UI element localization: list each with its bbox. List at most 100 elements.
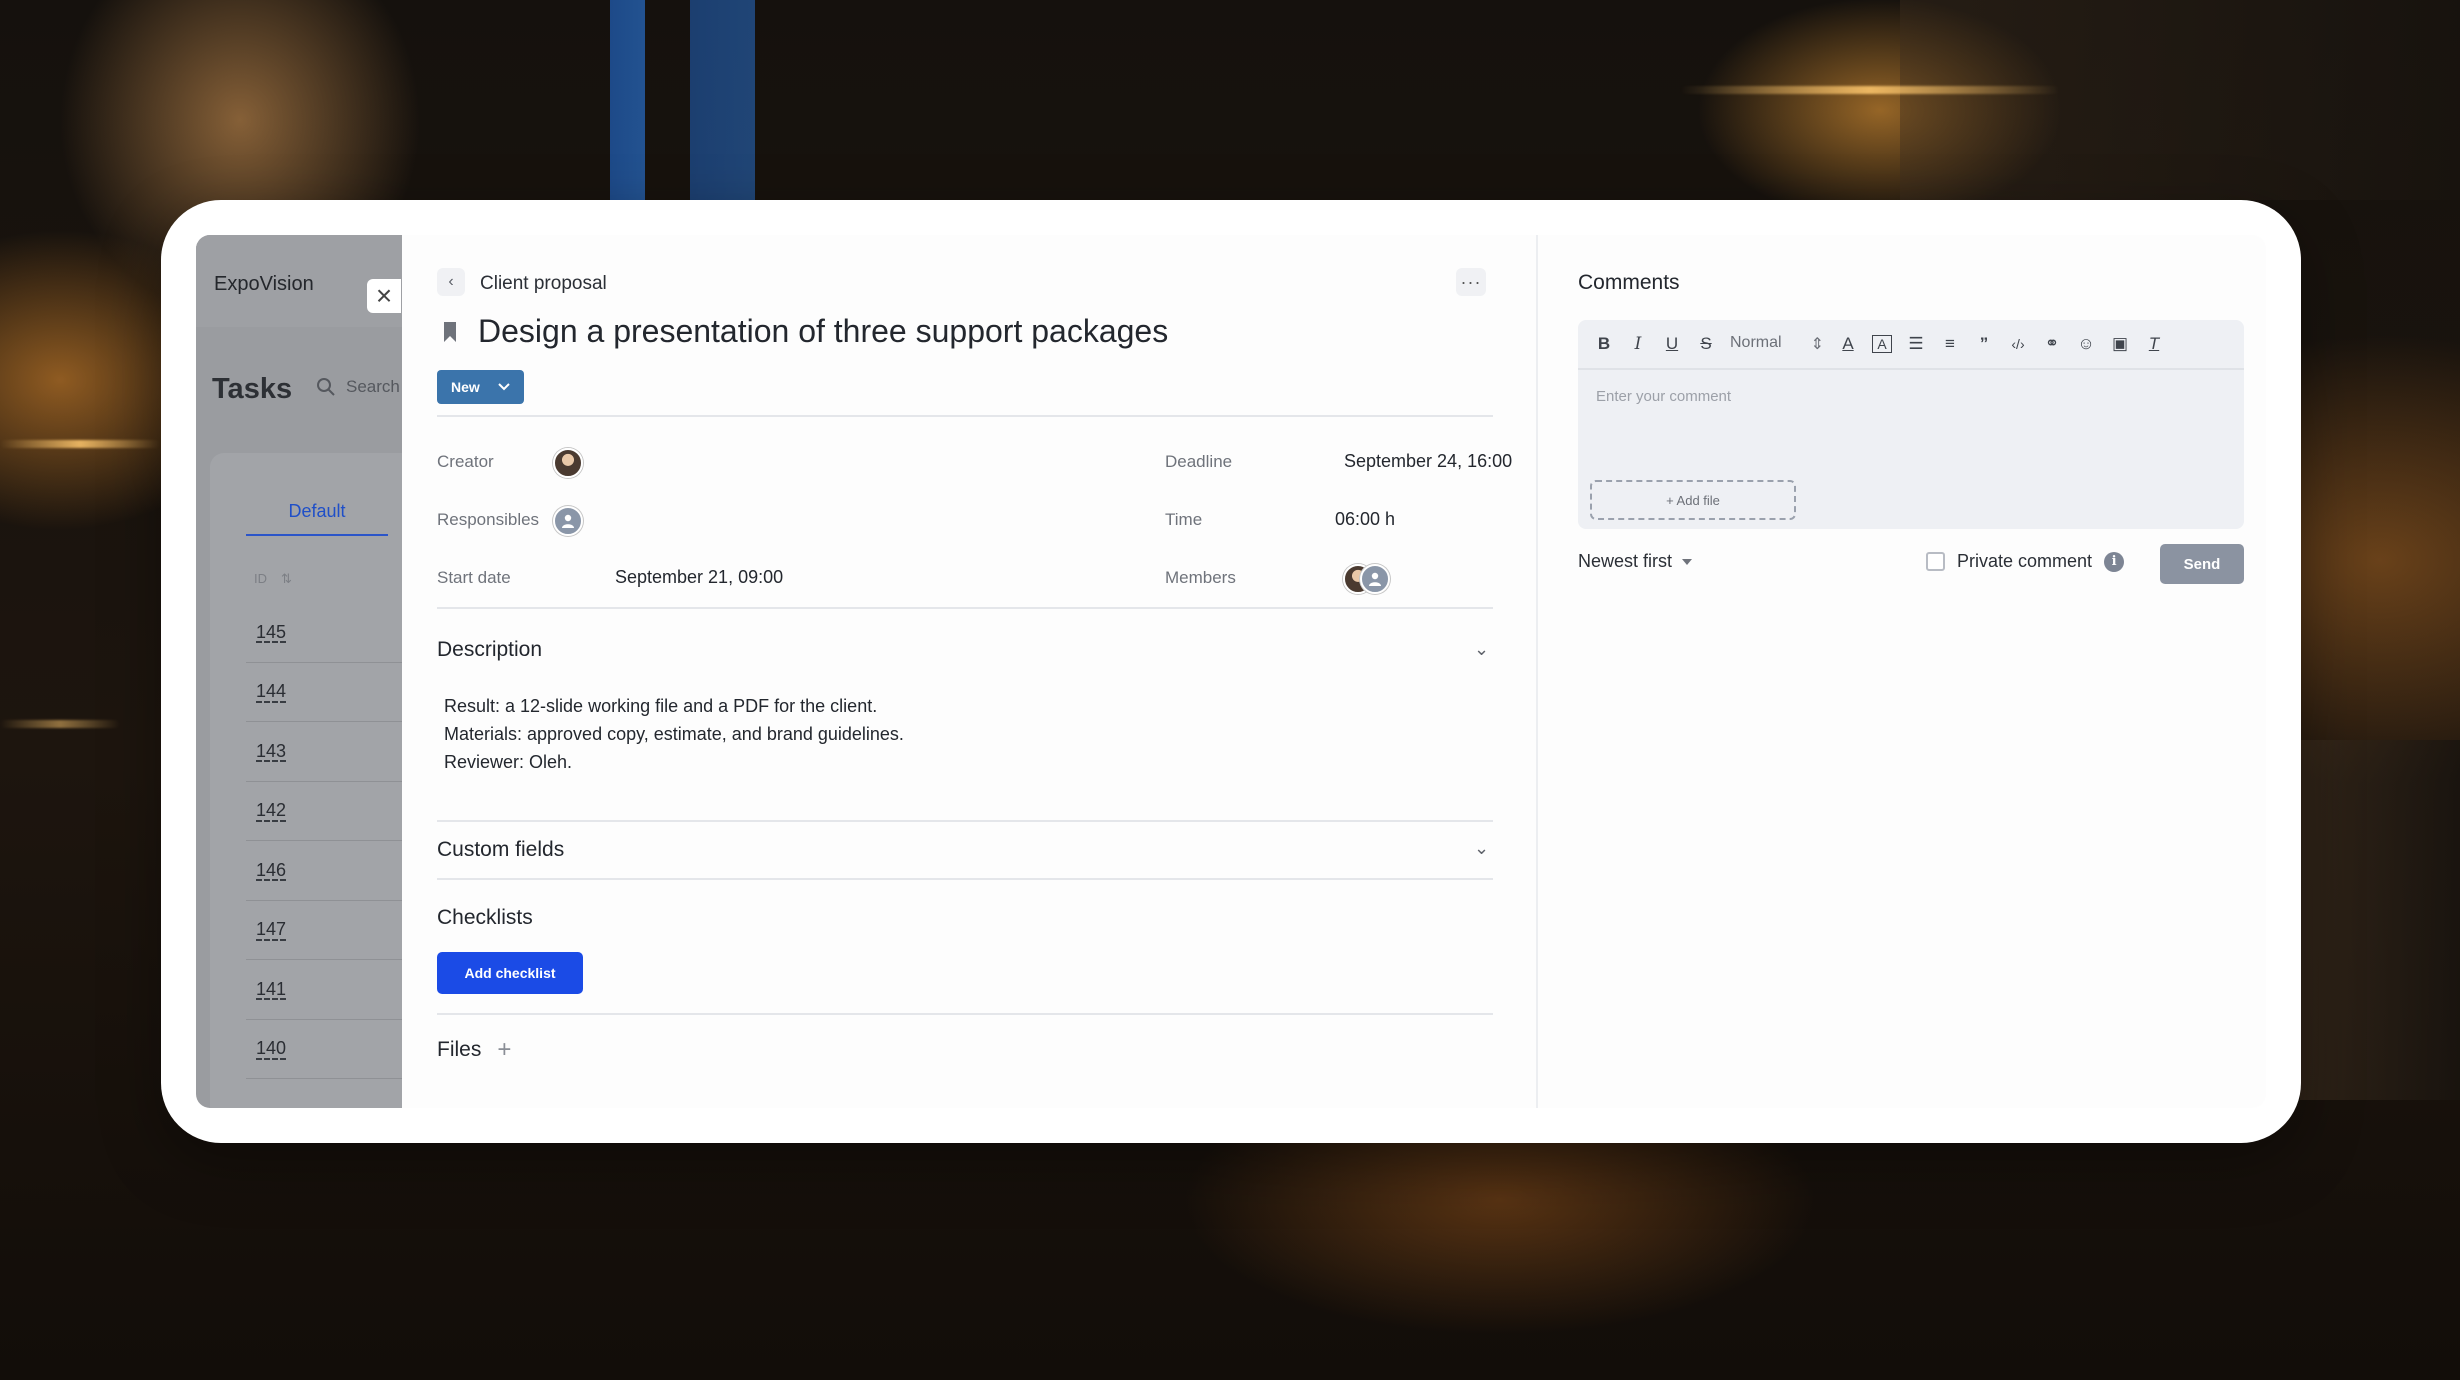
table-row[interactable]: 144 <box>246 663 410 722</box>
search-placeholder: Search <box>346 377 400 396</box>
comment-input[interactable]: Enter your comment <box>1596 388 1731 405</box>
ordered-list-icon[interactable]: ☰ <box>1906 334 1926 354</box>
description-body[interactable]: Result: a 12-slide working file and a PD… <box>444 692 904 776</box>
table-row[interactable]: 142 <box>246 782 410 841</box>
emoji-icon[interactable]: ☺ <box>2076 334 2096 354</box>
deadline-value[interactable]: September 24, 16:00 <box>1344 451 1512 472</box>
creator-avatar[interactable] <box>553 448 583 478</box>
task-title[interactable]: Design a presentation of three support p… <box>478 313 1168 350</box>
task-rows: 145 144 143 142 146 147 141 140 <box>246 603 410 1079</box>
bullet-list-icon[interactable]: ≡ <box>1940 334 1960 354</box>
table-row[interactable]: 140 <box>246 1020 410 1079</box>
breadcrumb[interactable]: Client proposal <box>480 273 607 295</box>
start-date-label: Start date <box>437 568 511 587</box>
private-comment-label: Private comment <box>1957 551 2093 571</box>
description-line: Reviewer: Oleh. <box>444 752 573 772</box>
responsible-avatar[interactable] <box>553 506 583 536</box>
text-style-select[interactable]: Normal ⇕ <box>1730 334 1824 354</box>
description-line: Result: a 12-slide working file and a PD… <box>444 696 878 716</box>
table-row[interactable]: 147 <box>246 901 410 960</box>
add-checklist-button[interactable]: Add checklist <box>437 952 583 994</box>
private-comment-toggle[interactable]: Private comment i <box>1926 551 2125 572</box>
member-avatar[interactable] <box>1360 564 1390 594</box>
quote-icon[interactable]: ” <box>1974 334 1994 354</box>
time-value[interactable]: 06:00 h <box>1335 509 1395 530</box>
task-id[interactable]: 144 <box>256 681 286 702</box>
chevron-down-icon[interactable]: ⌄ <box>1474 838 1489 859</box>
underline-icon[interactable]: U <box>1662 334 1682 354</box>
chevron-down-icon <box>498 383 510 391</box>
editor-toolbar: B I U S Normal ⇕ A A ☰ ≡ ” ‹/› ⚭ ☺ ▣ T <box>1578 320 2244 370</box>
responsibles-label: Responsibles <box>437 510 540 529</box>
tab-default[interactable]: Default <box>246 501 388 536</box>
chevron-left-icon: ‹ <box>448 273 454 290</box>
table-row[interactable]: 146 <box>246 841 410 901</box>
bold-icon[interactable]: B <box>1594 334 1614 354</box>
task-id[interactable]: 143 <box>256 741 286 762</box>
files-header: Files <box>437 1038 482 1061</box>
task-id[interactable]: 140 <box>256 1038 286 1059</box>
column-header-id[interactable]: ID <box>254 571 267 587</box>
bookmark-icon[interactable] <box>442 321 458 343</box>
sort-label: Newest first <box>1578 551 1673 571</box>
private-comment-checkbox[interactable] <box>1926 552 1945 571</box>
table-row[interactable]: 143 <box>246 722 410 782</box>
description-header[interactable]: Description <box>437 638 542 662</box>
light-streak <box>0 720 120 728</box>
checklists-header: Checklists <box>437 906 533 929</box>
code-icon[interactable]: ‹/› <box>2008 336 2028 352</box>
members-label: Members <box>1165 568 1236 587</box>
table-row[interactable]: 145 <box>246 603 410 663</box>
clear-format-icon[interactable]: T <box>2144 334 2164 354</box>
task-id[interactable]: 146 <box>256 860 286 881</box>
divider <box>437 820 1493 822</box>
description-line: Materials: approved copy, estimate, and … <box>444 724 904 744</box>
background-block <box>2300 740 2460 1100</box>
user-icon <box>562 514 574 528</box>
task-id[interactable]: 145 <box>256 622 286 643</box>
table-row[interactable]: 141 <box>246 960 410 1020</box>
italic-icon[interactable]: I <box>1628 334 1648 354</box>
ellipsis-icon: ··· <box>1460 271 1482 292</box>
send-button[interactable]: Send <box>2160 544 2244 584</box>
divider <box>437 607 1493 609</box>
task-id[interactable]: 142 <box>256 800 286 821</box>
select-arrows-icon: ⇕ <box>1810 336 1824 353</box>
window-light <box>610 0 645 200</box>
custom-fields-header[interactable]: Custom fields <box>437 838 564 862</box>
text-style-value: Normal <box>1730 334 1782 351</box>
light-streak <box>1680 86 2060 94</box>
comments-title: Comments <box>1578 271 1680 294</box>
task-id[interactable]: 147 <box>256 919 286 940</box>
highlight-color-icon[interactable]: A <box>1872 335 1892 353</box>
image-icon[interactable]: ▣ <box>2110 334 2130 354</box>
divider <box>437 1013 1493 1015</box>
search-input[interactable]: Search <box>316 377 400 397</box>
table-header: ID ⇅ <box>254 571 292 587</box>
status-dropdown[interactable]: New <box>437 370 524 404</box>
app-window: ExpoVision Tasks Search Default ID ⇅ 145… <box>196 235 2266 1108</box>
task-id[interactable]: 141 <box>256 979 286 1000</box>
sort-dropdown[interactable]: Newest first <box>1578 551 1693 572</box>
workspace-name[interactable]: ExpoVision <box>214 273 314 296</box>
comments-panel: Comments B I U S Normal ⇕ A A ☰ ≡ ” ‹/› … <box>1540 235 2266 1108</box>
start-date-value[interactable]: September 21, 09:00 <box>615 567 783 588</box>
app-window-frame: ExpoVision Tasks Search Default ID ⇅ 145… <box>161 200 2301 1143</box>
chevron-down-icon[interactable]: ⌄ <box>1474 639 1489 660</box>
page-title: Tasks <box>212 373 293 405</box>
deadline-label: Deadline <box>1165 452 1233 471</box>
window-light <box>690 0 755 200</box>
more-options-button[interactable]: ··· <box>1456 268 1486 296</box>
close-panel-button[interactable]: × <box>367 279 401 313</box>
add-file-button[interactable]: + Add file <box>1590 480 1796 520</box>
info-icon[interactable]: i <box>2104 551 2125 572</box>
link-icon[interactable]: ⚭ <box>2042 334 2062 354</box>
divider <box>437 878 1493 880</box>
user-icon <box>1369 572 1381 586</box>
sort-icon[interactable]: ⇅ <box>281 571 292 587</box>
add-file-plus-icon[interactable]: + <box>497 1038 511 1062</box>
divider <box>437 415 1493 417</box>
back-button[interactable]: ‹ <box>437 268 465 296</box>
text-color-icon[interactable]: A <box>1838 334 1858 354</box>
strikethrough-icon[interactable]: S <box>1696 334 1716 354</box>
